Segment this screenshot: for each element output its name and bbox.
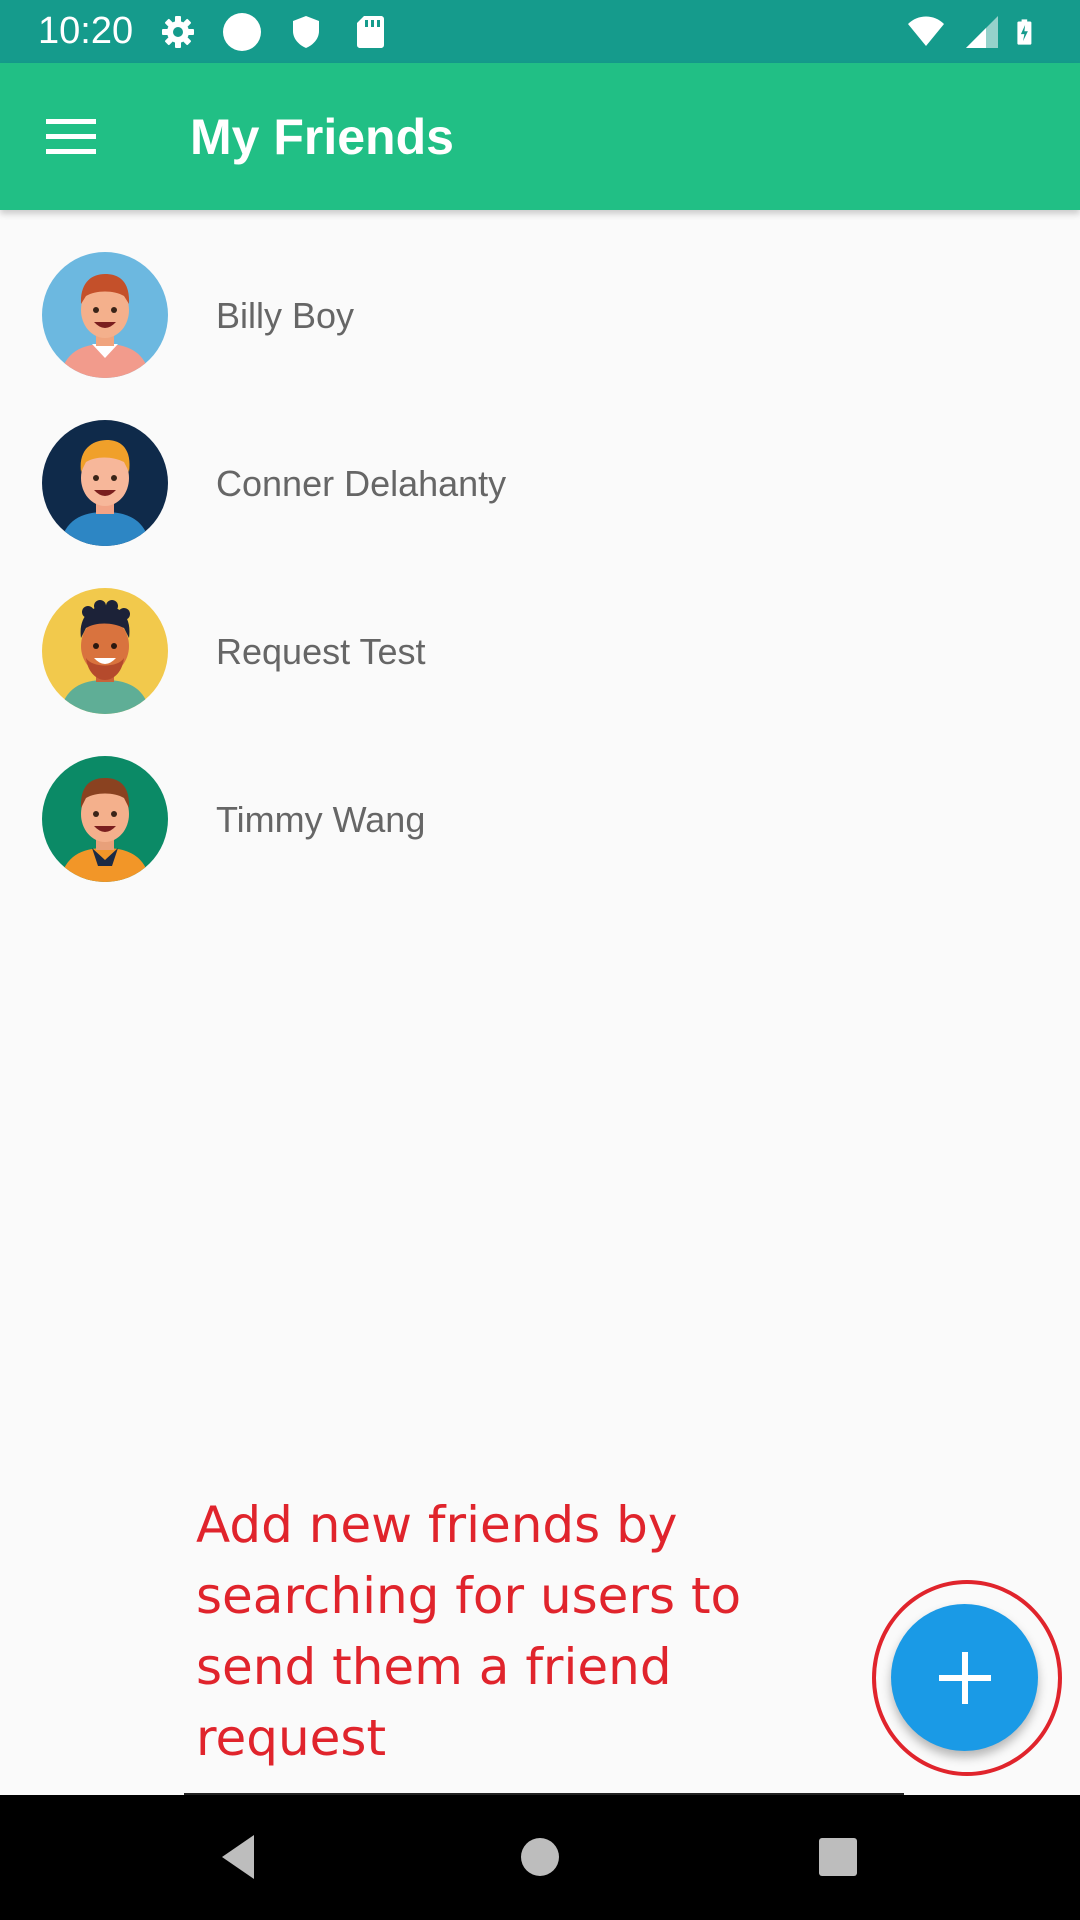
avatar <box>42 252 168 378</box>
wifi-icon <box>908 16 944 46</box>
avatar <box>42 420 168 546</box>
add-friend-button[interactable] <box>891 1604 1038 1751</box>
sd-card-icon <box>357 16 384 48</box>
nav-back-button[interactable] <box>198 1817 278 1897</box>
cell-signal-icon <box>966 16 998 48</box>
plus-icon <box>938 1651 991 1704</box>
avatar <box>42 756 168 882</box>
back-icon <box>222 1835 254 1879</box>
nav-home-button[interactable] <box>500 1817 580 1897</box>
list-item[interactable]: Conner Delahanty <box>0 378 1080 546</box>
status-icons-right <box>904 12 1044 52</box>
home-icon <box>521 1838 559 1876</box>
app-bar: My Friends <box>0 63 1080 210</box>
friend-name: Billy Boy <box>216 295 355 336</box>
battery-charging-icon <box>1017 19 1032 45</box>
friend-name: Conner Delahanty <box>216 463 507 504</box>
shield-icon <box>293 16 319 48</box>
system-nav-bar <box>0 1795 1080 1920</box>
gear-icon <box>162 16 194 48</box>
status-time: 10:20 <box>38 10 134 52</box>
page-title: My Friends <box>190 109 454 165</box>
nav-recents-button[interactable] <box>798 1817 878 1897</box>
list-item[interactable]: Request Test <box>0 546 1080 714</box>
avatar <box>42 588 168 714</box>
list-item[interactable]: Billy Boy <box>0 210 1080 378</box>
friend-name: Timmy Wang <box>216 799 426 840</box>
status-icons-left <box>158 12 390 52</box>
recents-icon <box>819 1838 857 1876</box>
circle-icon <box>223 13 261 51</box>
hamburger-menu-icon <box>46 119 96 154</box>
friend-name: Request Test <box>216 631 426 672</box>
status-bar: 10:20 <box>0 0 1080 63</box>
menu-button[interactable] <box>36 101 108 173</box>
hint-text: Add new friends by searching for users t… <box>196 1496 742 1767</box>
list-item[interactable]: Timmy Wang <box>0 714 1080 882</box>
